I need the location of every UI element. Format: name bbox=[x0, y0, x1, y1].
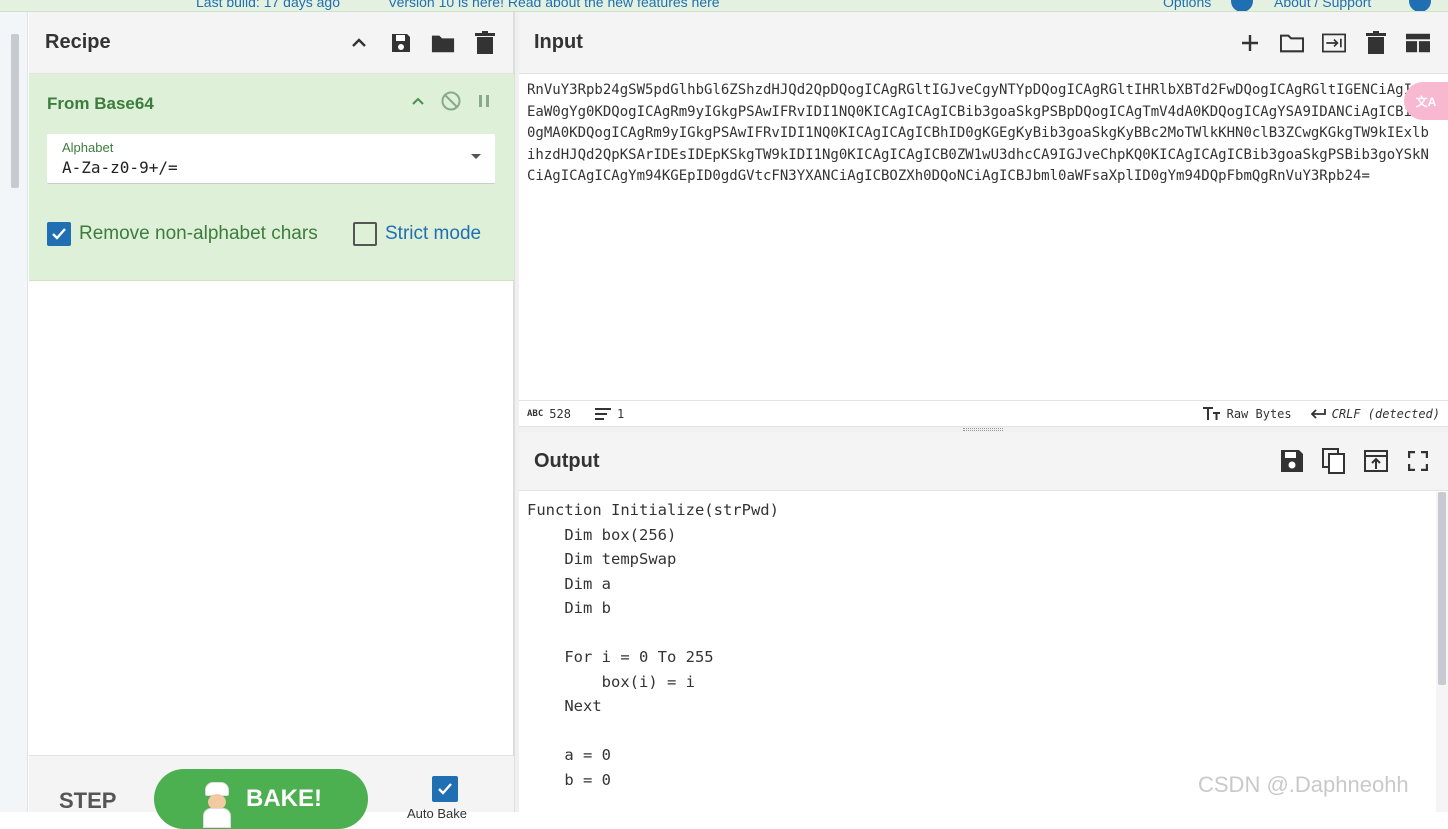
input-title: Input bbox=[534, 31, 583, 53]
recipe-title: Recipe bbox=[45, 31, 111, 53]
save-recipe-icon[interactable] bbox=[389, 31, 413, 55]
remove-non-alphabet-checkbox[interactable]: Remove non-alphabet chars bbox=[47, 222, 318, 246]
char-count: ABC 528 bbox=[527, 407, 571, 421]
char-count-value: 528 bbox=[549, 406, 571, 421]
about-support-link[interactable]: About / Support bbox=[1274, 0, 1371, 10]
input-panel: Input RnVuY3Rpb24gSW5pdGlhbGl6ZShzdHJQd2… bbox=[519, 12, 1448, 432]
collapse-operation-icon[interactable] bbox=[410, 93, 426, 114]
encoding-value: Raw Bytes bbox=[1226, 406, 1292, 421]
step-button[interactable]: STEP bbox=[59, 788, 116, 814]
recipe-header: Recipe bbox=[29, 12, 513, 74]
input-header: Input bbox=[519, 12, 1448, 74]
reset-layout-icon[interactable] bbox=[1406, 31, 1430, 55]
pause-breakpoint-icon[interactable] bbox=[476, 93, 492, 114]
add-tab-plus-icon[interactable] bbox=[1238, 31, 1262, 55]
remove-non-alphabet-label: Remove non-alphabet chars bbox=[79, 223, 318, 244]
load-recipe-folder-icon[interactable] bbox=[431, 31, 455, 55]
alphabet-value: A-Za-z0-9+/= bbox=[62, 158, 178, 177]
recipe-panel: Recipe From Base64 Alphabet A-Za-z0-9+/=… bbox=[29, 12, 514, 829]
checkbox-checked-icon[interactable] bbox=[47, 222, 71, 246]
strict-mode-label: Strict mode bbox=[385, 223, 482, 244]
return-arrow-icon bbox=[1310, 408, 1326, 419]
line-count: 1 bbox=[594, 406, 625, 421]
options-link[interactable]: Options bbox=[1163, 0, 1211, 10]
eol-value: CRLF (detected) bbox=[1331, 406, 1440, 421]
operation-title: From Base64 bbox=[47, 94, 154, 113]
open-folder-icon[interactable] bbox=[1280, 31, 1304, 55]
bake-controls: STEP BAKE! Auto Bake bbox=[29, 755, 514, 829]
watermark: CSDN @.Daphneohh bbox=[1198, 772, 1409, 797]
encoding-selector[interactable]: Raw Bytes bbox=[1202, 406, 1292, 421]
clear-input-trash-icon[interactable] bbox=[1364, 30, 1388, 55]
auto-bake-checkbox[interactable] bbox=[432, 776, 458, 802]
bake-button[interactable]: BAKE! bbox=[154, 769, 368, 829]
maximize-output-icon[interactable] bbox=[1406, 449, 1430, 473]
line-count-value: 1 bbox=[616, 406, 625, 421]
gear-icon[interactable] bbox=[1231, 0, 1253, 11]
lines-icon bbox=[594, 407, 611, 420]
bake-label: BAKE! bbox=[246, 785, 322, 812]
output-header: Output bbox=[519, 432, 1448, 491]
last-build-text: Last build: 17 days ago bbox=[196, 0, 340, 10]
chevron-up-icon[interactable] bbox=[347, 31, 371, 55]
eol-selector[interactable]: CRLF (detected) bbox=[1310, 407, 1440, 421]
operations-scrollbar[interactable] bbox=[11, 34, 19, 188]
text-size-icon bbox=[1202, 406, 1220, 420]
output-textarea[interactable]: Function Initialize(strPwd) Dim box(256)… bbox=[527, 498, 779, 792]
help-icon[interactable] bbox=[1409, 0, 1431, 11]
abc-icon: ABC bbox=[527, 408, 544, 419]
chef-icon bbox=[200, 782, 234, 828]
top-banner: Last build: 17 days ago Version 10 is he… bbox=[0, 0, 1448, 12]
alphabet-select[interactable]: Alphabet A-Za-z0-9+/= bbox=[47, 134, 495, 184]
alphabet-label: Alphabet bbox=[62, 140, 114, 155]
copy-output-icon[interactable] bbox=[1322, 448, 1346, 474]
output-panel: Output Function Initialize(strPwd) Dim b… bbox=[519, 432, 1448, 812]
replace-input-with-output-icon[interactable] bbox=[1364, 449, 1388, 473]
input-status-bar: ABC 528 1 Raw Bytes CRLF (detected) bbox=[519, 400, 1448, 426]
operation-from-base64[interactable]: From Base64 Alphabet A-Za-z0-9+/= Remove… bbox=[29, 74, 514, 281]
input-textarea[interactable]: RnVuY3Rpb24gSW5pdGlhbGl6ZShzdHJQd2QpDQog… bbox=[527, 80, 1437, 188]
output-scrollbar[interactable] bbox=[1436, 492, 1448, 812]
save-output-icon[interactable] bbox=[1280, 449, 1304, 473]
strict-mode-checkbox[interactable]: Strict mode bbox=[353, 222, 481, 246]
auto-bake-label: Auto Bake bbox=[407, 806, 467, 821]
clear-recipe-trash-icon[interactable] bbox=[473, 30, 497, 55]
dropdown-caret-icon[interactable] bbox=[471, 154, 481, 159]
output-title: Output bbox=[534, 449, 600, 472]
floating-badge[interactable]: 文A bbox=[1404, 82, 1448, 120]
open-file-import-icon[interactable] bbox=[1322, 31, 1346, 55]
version-notice-link[interactable]: Version 10 is here! Read about the new f… bbox=[388, 0, 720, 10]
operations-panel-edge bbox=[0, 12, 28, 812]
checkbox-unchecked-icon[interactable] bbox=[353, 222, 377, 246]
disable-operation-icon[interactable] bbox=[440, 90, 462, 117]
